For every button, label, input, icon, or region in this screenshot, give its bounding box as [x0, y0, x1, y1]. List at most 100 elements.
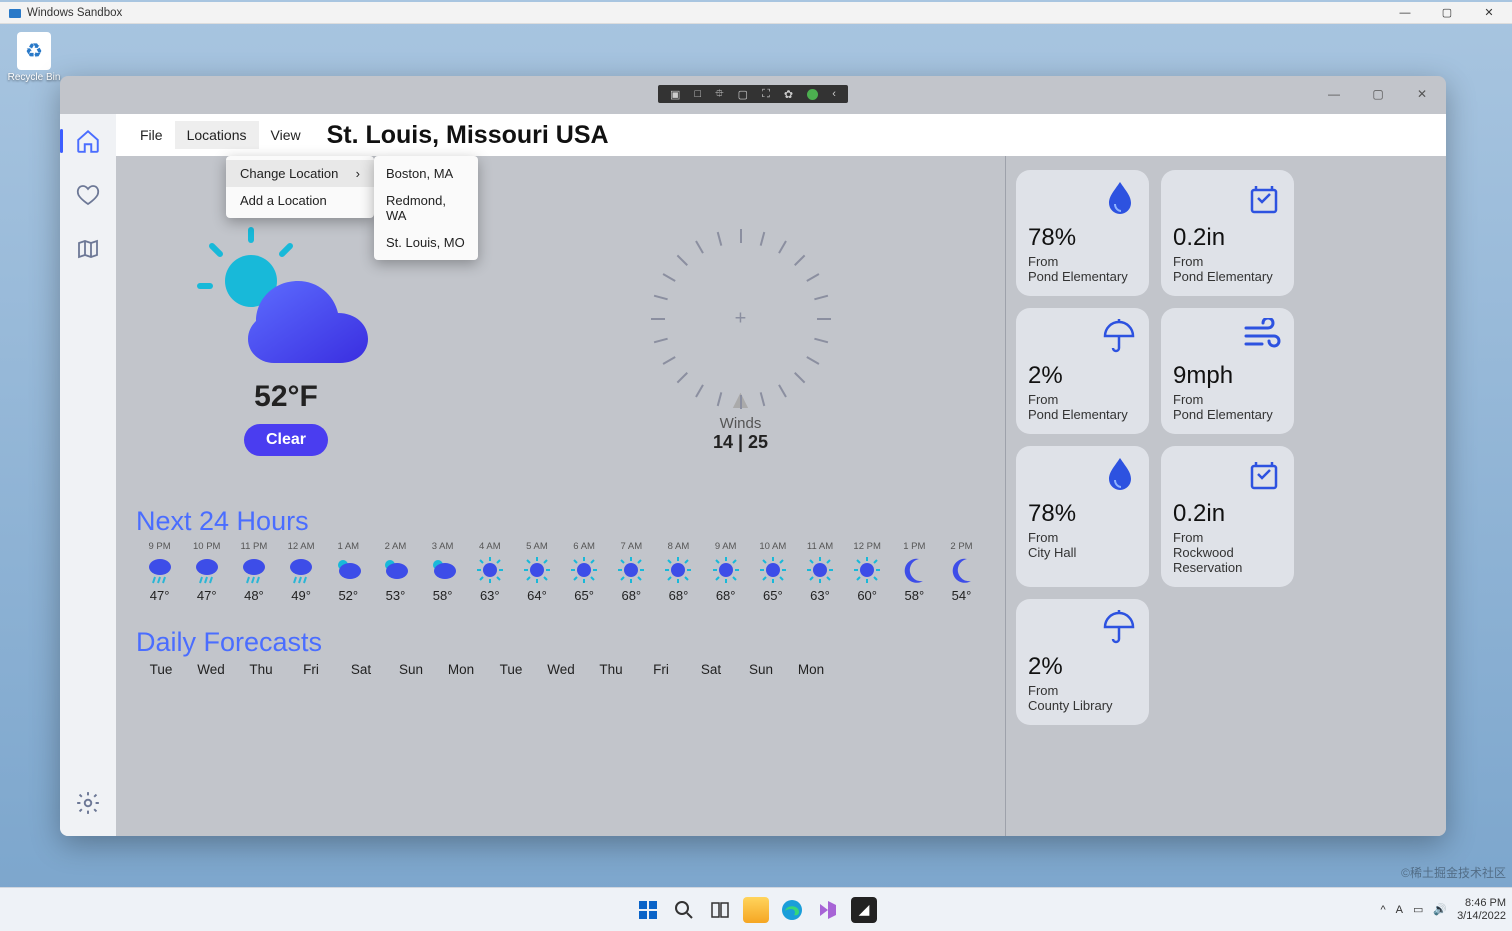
daily-item[interactable]: Fri — [286, 662, 336, 677]
hour-time: 8 AM — [655, 541, 702, 552]
location-option[interactable]: Boston, MA — [374, 160, 478, 187]
daily-item[interactable]: Sun — [736, 662, 786, 677]
hour-weather-icon — [145, 555, 175, 585]
hourly-item[interactable]: 12 PM60° — [844, 541, 891, 603]
sidebar-map[interactable] — [73, 234, 103, 264]
hourly-item[interactable]: 9 PM47° — [136, 541, 183, 603]
compass-tick — [759, 232, 765, 246]
app-menubar: File Locations View St. Louis, Missouri … — [116, 114, 1446, 156]
tray-volume-icon[interactable]: 🔊 — [1433, 903, 1447, 916]
daily-item[interactable]: Thu — [236, 662, 286, 677]
app-minimize-button[interactable]: — — [1312, 80, 1356, 108]
hour-temp: 63° — [796, 588, 843, 603]
capture-tool-icon[interactable]: ⯐ — [715, 85, 723, 104]
hourly-item[interactable]: 1 AM52° — [325, 541, 372, 603]
tray-chevron-icon[interactable]: ^ — [1380, 904, 1385, 916]
sandbox-minimize-button[interactable]: — — [1384, 3, 1426, 23]
hourly-item[interactable]: 11 AM63° — [796, 541, 843, 603]
tray-lang-icon[interactable]: A — [1396, 904, 1403, 916]
sandbox-close-button[interactable]: ✕ — [1468, 3, 1510, 23]
daily-item[interactable]: Mon — [436, 662, 486, 677]
station-tiles: 78%FromPond Elementary0.2inFromPond Elem… — [1016, 170, 1436, 725]
tile-value: 78% — [1028, 224, 1137, 252]
app-maximize-button[interactable]: ▢ — [1356, 80, 1400, 108]
capture-collapse-icon[interactable]: ‹ — [832, 88, 836, 100]
capture-tool-icon[interactable]: ✿ — [784, 88, 793, 101]
capture-toolbar[interactable]: ▣ □ ⯐ ▢ ⛶ ✿ ‹ — [658, 85, 848, 103]
daily-item[interactable]: Tue — [486, 662, 536, 677]
vs-button[interactable] — [815, 897, 841, 923]
location-option[interactable]: Redmond, WA — [374, 187, 478, 229]
app-close-button[interactable]: ✕ — [1400, 80, 1444, 108]
capture-tool-icon[interactable]: ⛶ — [762, 88, 770, 101]
search-button[interactable] — [671, 897, 697, 923]
sidebar-favorites[interactable] — [73, 180, 103, 210]
capture-tool-icon[interactable]: ▢ — [738, 88, 748, 101]
tile-value: 78% — [1028, 500, 1137, 528]
hourly-item[interactable]: 7 AM68° — [608, 541, 655, 603]
hourly-item[interactable]: 1 PM58° — [891, 541, 938, 603]
hourly-item[interactable]: 10 PM47° — [183, 541, 230, 603]
hourly-item[interactable]: 11 PM48° — [230, 541, 277, 603]
station-tile[interactable]: 78%FromPond Elementary — [1016, 170, 1149, 296]
explorer-button[interactable] — [743, 897, 769, 923]
app-location-title: St. Louis, Missouri USA — [327, 121, 609, 150]
hour-weather-icon — [286, 555, 316, 585]
hourly-item[interactable]: 2 PM54° — [938, 541, 985, 603]
tile-drop-icon — [1028, 456, 1137, 500]
daily-item[interactable]: Sat — [336, 662, 386, 677]
daily-item[interactable]: Tue — [136, 662, 186, 677]
location-option[interactable]: St. Louis, MO — [374, 229, 478, 256]
hour-weather-icon — [428, 555, 458, 585]
hourly-item[interactable]: 8 AM68° — [655, 541, 702, 603]
compass-tick — [794, 372, 805, 383]
hourly-item[interactable]: 2 AM53° — [372, 541, 419, 603]
edge-button[interactable] — [779, 897, 805, 923]
station-tile[interactable]: 0.2inFromRockwood Reservation — [1161, 446, 1294, 587]
sandbox-title: Windows Sandbox — [27, 7, 122, 19]
menu-locations[interactable]: Locations — [175, 121, 259, 149]
daily-item[interactable]: Mon — [786, 662, 836, 677]
compass-tick — [662, 356, 675, 365]
station-tile[interactable]: 2%FromPond Elementary — [1016, 308, 1149, 434]
hourly-item[interactable]: 9 AM68° — [702, 541, 749, 603]
station-tile[interactable]: 0.2inFromPond Elementary — [1161, 170, 1294, 296]
menu-change-location[interactable]: Change Location › — [226, 160, 374, 187]
daily-item[interactable]: Fri — [636, 662, 686, 677]
hourly-item[interactable]: 5 AM64° — [513, 541, 560, 603]
tray-network-icon[interactable]: ▭ — [1413, 903, 1423, 916]
menu-view[interactable]: View — [259, 121, 313, 149]
capture-tool-icon[interactable]: ▣ — [670, 88, 680, 101]
hourly-item[interactable]: 4 AM 63° — [466, 541, 513, 603]
start-button[interactable] — [635, 897, 661, 923]
menu-file[interactable]: File — [128, 121, 175, 149]
capture-tool-icon[interactable]: □ — [695, 88, 702, 100]
locations-submenu: Boston, MA Redmond, WA St. Louis, MO — [374, 156, 478, 260]
hourly-item[interactable]: 6 AM65° — [561, 541, 608, 603]
station-tile[interactable]: 2%FromCounty Library — [1016, 599, 1149, 725]
hourly-item[interactable]: 10 AM65° — [749, 541, 796, 603]
menu-add-location[interactable]: Add a Location — [226, 187, 374, 214]
daily-item[interactable]: Sun — [386, 662, 436, 677]
winds-values: 14 | 25 — [496, 432, 985, 453]
station-tile[interactable]: 9mphFromPond Elementary — [1161, 308, 1294, 434]
daily-item[interactable]: Thu — [586, 662, 636, 677]
tile-location: City Hall — [1028, 545, 1137, 560]
recycle-bin[interactable]: Recycle Bin — [6, 32, 62, 83]
hour-temp: 63° — [466, 588, 513, 603]
hour-time: 4 AM — [466, 541, 513, 552]
task-view-button[interactable] — [707, 897, 733, 923]
daily-item[interactable]: Wed — [536, 662, 586, 677]
hourly-item[interactable]: 3 AM58° — [419, 541, 466, 603]
hourly-item[interactable]: 12 AM49° — [278, 541, 325, 603]
taskbar-clock[interactable]: 8:46 PM 3/14/2022 — [1457, 897, 1506, 922]
daily-item[interactable]: Sat — [686, 662, 736, 677]
sandbox-maximize-button[interactable]: ▢ — [1426, 3, 1468, 23]
hour-weather-icon — [333, 555, 363, 585]
station-tile[interactable]: 78%FromCity Hall — [1016, 446, 1149, 587]
tile-value: 2% — [1028, 362, 1137, 390]
app-taskbar-icon[interactable]: ◢ — [851, 897, 877, 923]
sidebar-settings[interactable] — [73, 788, 103, 818]
sidebar-home[interactable] — [73, 126, 103, 156]
daily-item[interactable]: Wed — [186, 662, 236, 677]
